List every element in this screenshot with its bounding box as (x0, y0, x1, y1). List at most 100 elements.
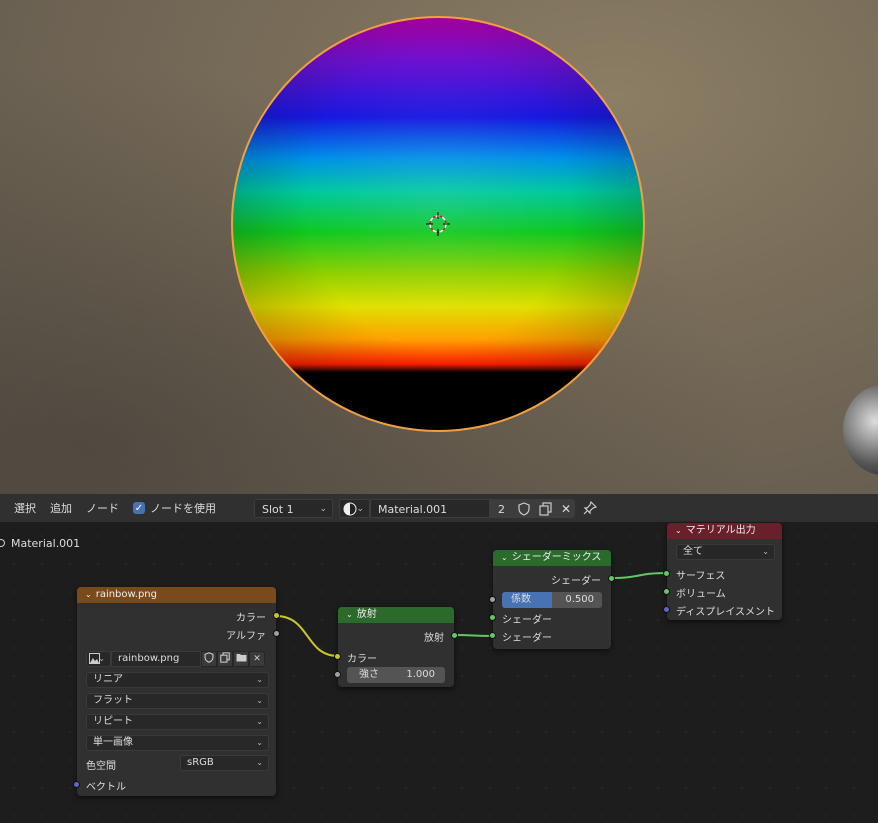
output-color-socket[interactable] (273, 612, 280, 619)
node-header[interactable]: ⌄ シェーダーミックス (493, 550, 611, 566)
3d-viewport[interactable] (0, 0, 878, 494)
unlink-image-button[interactable]: ✕ (249, 651, 265, 667)
input-displacement-label: ディスプレイスメント (676, 607, 775, 618)
duplicate-icon (539, 502, 552, 516)
chevron-down-icon: ⌄ (762, 547, 769, 556)
input-volume-socket[interactable] (663, 588, 670, 595)
chevron-down-icon: ⌄ (256, 758, 263, 767)
duplicate-icon (220, 652, 230, 663)
strength-field[interactable]: 強さ 1.000 (347, 667, 445, 683)
use-nodes-checkbox[interactable]: ✓ (133, 502, 145, 514)
node-header[interactable]: ⌄ 放射 (338, 607, 454, 623)
output-shader-socket[interactable] (608, 575, 615, 582)
factor-value: 0.500 (565, 594, 594, 605)
chevron-down-icon: ⌄ (98, 654, 105, 663)
user-count: 2 (498, 503, 505, 516)
input-factor-socket[interactable] (489, 596, 496, 603)
projection-dropdown[interactable]: フラット ⌄ (86, 693, 269, 709)
mix-shader-node[interactable]: ⌄ シェーダーミックス シェーダー 係数 0.500 シェーダー シェーダー (489, 550, 615, 649)
unlink-material-button[interactable]: ✕ (555, 499, 575, 518)
image-browse-button[interactable]: ⌄ (86, 651, 111, 667)
fake-user-shield-icon (518, 502, 530, 516)
colorspace-value: sRGB (187, 757, 214, 768)
menu-select[interactable]: 選択 (14, 500, 36, 516)
input-color-socket[interactable] (334, 653, 341, 660)
folder-icon (236, 654, 246, 662)
projection-value: フラット (93, 695, 133, 706)
chevron-down-icon: ⌄ (85, 590, 92, 599)
close-icon: ✕ (253, 654, 261, 664)
material-name-field[interactable]: Material.001 (370, 499, 490, 518)
image-texture-node[interactable]: ⌄ rainbow.png カラー アルファ ⌄ rainbow.png ✕ リニ… (73, 587, 280, 796)
light-probe-sphere[interactable] (843, 385, 878, 475)
node-header[interactable]: ⌄ マテリアル出力 (667, 523, 782, 539)
output-emission-socket[interactable] (451, 632, 458, 639)
3d-cursor-icon[interactable] (426, 212, 450, 236)
emission-node[interactable]: ⌄ 放射 放射 カラー 強さ 1.000 (334, 607, 458, 687)
input-strength-socket[interactable] (334, 671, 341, 678)
node-header[interactable]: ⌄ rainbow.png (77, 587, 276, 603)
output-color-label: カラー (236, 613, 266, 624)
fake-user-button[interactable] (201, 651, 217, 667)
chevron-down-icon: ⌄ (501, 553, 508, 562)
pin-icon[interactable] (582, 500, 598, 516)
target-dropdown[interactable]: 全て ⌄ (676, 544, 775, 560)
factor-label: 係数 (511, 594, 531, 605)
node-title: マテリアル出力 (685, 525, 756, 536)
input-volume-label: ボリューム (676, 589, 726, 600)
fake-user-button[interactable] (513, 499, 534, 518)
chevron-down-icon: ⌄ (319, 504, 327, 514)
close-icon: ✕ (561, 502, 572, 516)
chevron-down-icon: ⌄ (346, 610, 353, 619)
interpolation-value: リニア (93, 674, 123, 685)
chevron-down-icon: ⌄ (256, 675, 263, 684)
slot-dropdown[interactable]: Slot 1 ⌄ (254, 499, 333, 518)
duplicate-material-button[interactable] (534, 499, 555, 518)
input-shader-2-label: シェーダー (502, 633, 552, 644)
user-count-button[interactable]: 2 (490, 499, 513, 518)
input-shader-1-label: シェーダー (502, 615, 552, 626)
source-value: 単一画像 (93, 737, 133, 748)
node-title: rainbow.png (95, 589, 157, 600)
strength-value: 1.000 (406, 669, 435, 680)
chevron-down-icon: ⌄ (256, 696, 263, 705)
material-output-node[interactable]: ⌄ マテリアル出力 全て ⌄ サーフェス ボリューム ディスプレイスメント (663, 523, 782, 620)
colorspace-dropdown[interactable]: sRGB ⌄ (180, 755, 269, 771)
output-alpha-label: アルファ (226, 631, 266, 642)
slot-value: Slot 1 (262, 503, 294, 516)
material-browse-button[interactable]: ⌄ (339, 499, 370, 518)
factor-slider[interactable]: 係数 0.500 (502, 592, 602, 608)
output-emission-label: 放射 (424, 633, 444, 644)
extension-value: リピート (93, 716, 133, 727)
input-vector-socket[interactable] (73, 781, 80, 788)
output-alpha-socket[interactable] (273, 630, 280, 637)
open-image-button[interactable] (233, 651, 249, 667)
node-title: シェーダーミックス (511, 552, 602, 563)
menu-node[interactable]: ノード (86, 500, 119, 516)
chevron-down-icon: ⌄ (356, 504, 364, 514)
input-surface-socket[interactable] (663, 570, 670, 577)
input-surface-label: サーフェス (676, 571, 726, 582)
use-nodes-label: ノードを使用 (150, 502, 216, 515)
input-color-label: カラー (347, 654, 377, 665)
material-name: Material.001 (378, 503, 448, 516)
duplicate-image-button[interactable] (217, 651, 233, 667)
extension-dropdown[interactable]: リピート ⌄ (86, 714, 269, 730)
image-name-field[interactable]: rainbow.png (111, 651, 201, 667)
input-displacement-socket[interactable] (663, 606, 670, 613)
shader-ball-icon (343, 502, 357, 516)
input-vector-label: ベクトル (86, 782, 126, 793)
image-name: rainbow.png (118, 653, 180, 664)
menu-add[interactable]: 追加 (50, 500, 72, 516)
chevron-down-icon: ⌄ (256, 738, 263, 747)
node-editor-header: 選択 追加 ノード ✓ ノードを使用 Slot 1 ⌄ ⌄ Material.0… (0, 494, 878, 523)
input-shader-1-socket[interactable] (489, 614, 496, 621)
output-shader-label: シェーダー (551, 576, 601, 587)
breadcrumb: Material.001 (11, 537, 81, 550)
source-dropdown[interactable]: 単一画像 ⌄ (86, 735, 269, 751)
target-value: 全て (683, 546, 703, 557)
node-title: 放射 (356, 609, 377, 620)
input-shader-2-socket[interactable] (489, 632, 496, 639)
interpolation-dropdown[interactable]: リニア ⌄ (86, 672, 269, 688)
strength-label: 強さ (359, 669, 379, 680)
